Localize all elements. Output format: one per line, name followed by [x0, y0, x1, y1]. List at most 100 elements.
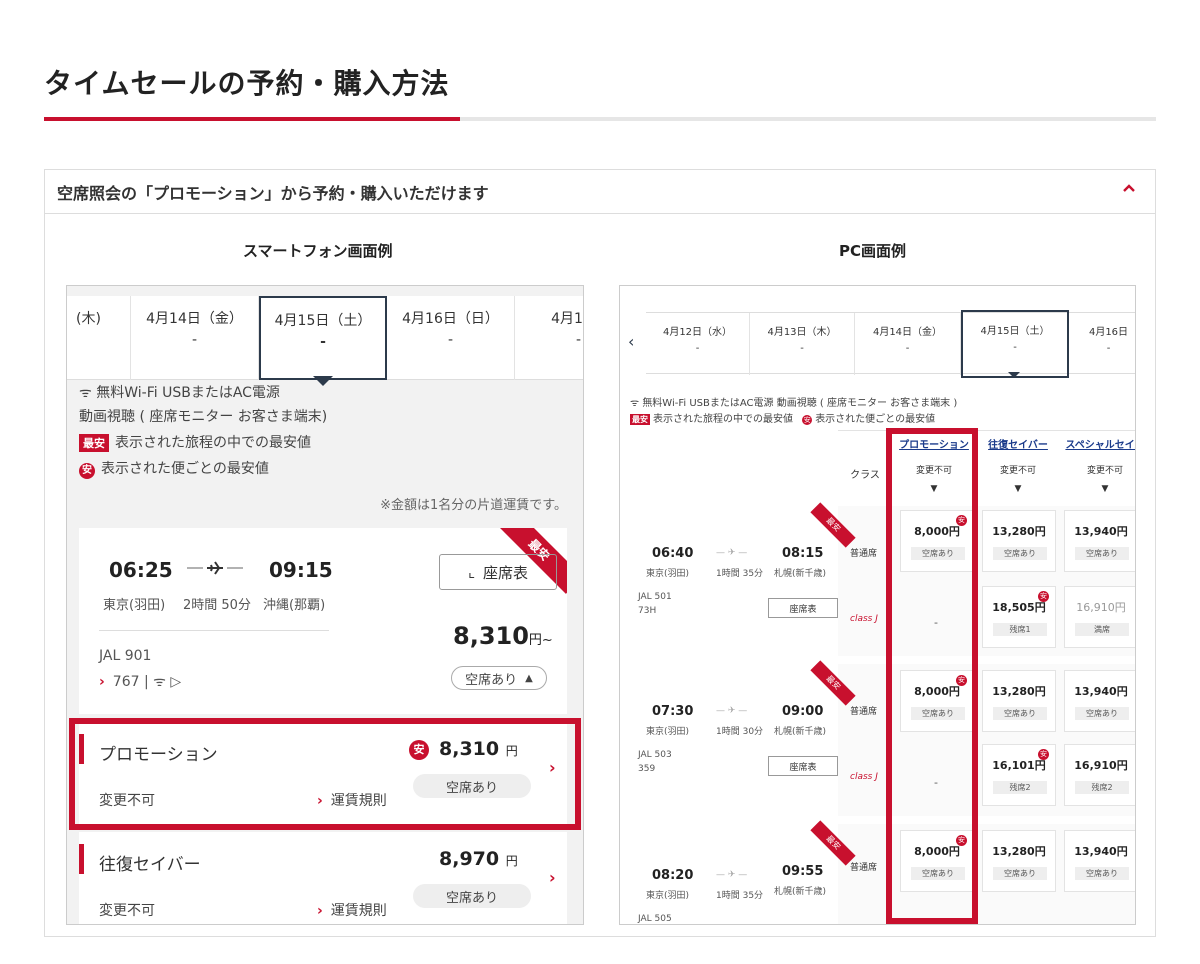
departure-time: 08:20	[652, 868, 694, 883]
departure-place: 東京(羽田)	[646, 569, 690, 579]
duration: 1時間 30分	[716, 727, 764, 737]
highlight-box	[886, 428, 978, 924]
date-tab[interactable]: (木)	[67, 296, 131, 380]
chevron-down-icon: ▼	[1014, 484, 1022, 494]
fare-cell[interactable]: 16,101円 残席2 安	[982, 744, 1056, 806]
selected-date-pointer	[1008, 372, 1020, 378]
departure-place: 東京(羽田)	[103, 598, 166, 613]
arrival-place: 札幌(新千歳)	[774, 569, 827, 579]
legend-cheapest: 最安 表示された旅程の中での最安値	[79, 432, 311, 452]
fare-rules-link[interactable]: › 運賃規則	[317, 900, 387, 920]
date-tab[interactable]: 4月16日（日） -	[387, 296, 515, 380]
date-tab[interactable]: 4月14日（金） -	[855, 313, 961, 375]
chevron-left-icon[interactable]: ‹	[628, 332, 634, 351]
fare-row-round-trip-saver[interactable]: 往復セイバー 8,970 円 空席あり 変更不可 › 運賃規則 ›	[79, 832, 567, 924]
flight-number: JAL 901	[99, 648, 152, 664]
accordion-title: 空席照会の「プロモーション」から予約・購入いただけます	[57, 183, 489, 203]
accordion-panel: 空席照会の「プロモーション」から予約・購入いただけます スマートフォン画面例 P…	[44, 169, 1156, 937]
duration: 1時間 35分	[716, 569, 764, 579]
departure-place: 東京(羽田)	[646, 891, 690, 901]
date-tab[interactable]: 4月13日（木） -	[750, 313, 855, 375]
cheapest-badge: 最安	[79, 434, 109, 452]
class-column-header: クラス	[850, 470, 880, 481]
highlight-box	[69, 718, 581, 830]
amenities-line: ᯤ 無料Wi-Fi USBまたはAC電源	[79, 385, 280, 401]
chevron-right-icon: ›	[317, 903, 323, 919]
chevron-up-icon[interactable]	[1121, 180, 1137, 196]
date-tab[interactable]: 4月14日（金） -	[131, 296, 259, 380]
chevron-up-icon: ▲	[525, 672, 533, 684]
cheapest-badge: 最安	[630, 414, 650, 425]
duration: 2時間 50分	[183, 598, 251, 613]
accordion-header[interactable]: 空席照会の「プロモーション」から予約・購入いただけます	[45, 170, 1155, 214]
seat-status: 空席あり	[413, 884, 531, 908]
duration: 1時間 35分	[716, 891, 764, 901]
date-tabs: 4月12日（水） - 4月13日（木） - 4月14日（金） - 4月15日（土） - …	[646, 310, 1135, 378]
yen-badge: 安	[1038, 749, 1049, 760]
airplane-icon: — ✈ —	[716, 706, 748, 716]
change-condition: 変更不可	[99, 903, 155, 919]
column-header-round-trip-saver[interactable]: 往復セイバー 変更不可 ▼	[980, 436, 1056, 494]
chevron-right-icon: ›	[99, 674, 105, 690]
play-icon: ▷	[170, 674, 182, 690]
yen-badge: 安	[802, 415, 813, 425]
departure-time: 07:30	[652, 704, 694, 719]
wifi-icon: ᯤ	[630, 398, 643, 409]
arrival-time: 09:15	[269, 558, 333, 582]
fare-cell[interactable]: 13,280円 空席あり	[982, 510, 1056, 572]
date-tab[interactable]: 4月17日-	[515, 296, 583, 380]
class-label: 普通席	[850, 549, 878, 559]
date-tab-selected[interactable]: 4月15日（土） -	[961, 310, 1069, 378]
fare-cell[interactable]: 13,280円 空席あり	[982, 670, 1056, 732]
class-j-logo: class J	[850, 614, 878, 624]
amenities-line: 動画視聴 ( 座席モニター お客さま端末)	[79, 409, 328, 425]
fare-cell[interactable]: 18,505円 残席1 安	[982, 586, 1056, 648]
seat-map-button[interactable]: 座席表	[768, 756, 838, 776]
fare-cell[interactable]: 13,940円 空席あり	[1064, 510, 1135, 572]
flight-card: 最安 06:25 09:15 東京(羽田) 2時間 50分 沖縄(那覇) ⌞ 座席…	[79, 528, 567, 714]
amenities-line: ᯤ 無料Wi-Fi USBまたはAC電源 動画視聴 ( 座席モニター お客さま端…	[630, 398, 958, 409]
airplane-icon: — ✈ —	[716, 870, 748, 880]
arrival-time: 09:00	[782, 704, 824, 719]
fare-cell[interactable]: 13,280円 空席あり	[982, 830, 1056, 892]
departure-place: 東京(羽田)	[646, 727, 690, 737]
pc-caption: PC画面例	[839, 242, 907, 260]
seat-map-button[interactable]: 座席表	[768, 598, 838, 618]
date-tab[interactable]: 4月16日 -	[1069, 313, 1135, 375]
pc-screenshot: ‹ 4月12日（水） - 4月13日（木） - 4月14日（金） - 4月15日（土）…	[619, 285, 1136, 925]
fare-cell[interactable]: 13,940円 空席あり	[1064, 670, 1135, 732]
smartphone-caption: スマートフォン画面例	[243, 242, 393, 260]
airplane-icon	[187, 561, 243, 575]
fare-cell[interactable]: 16,910円 満席	[1064, 586, 1135, 648]
class-label: 普通席	[850, 863, 878, 873]
flight-number: JAL 501	[638, 592, 672, 602]
fare-cell[interactable]: 16,910円 残席2	[1064, 744, 1135, 806]
date-tabs: (木) 4月14日（金）- 4月15日（土）- 4月16日（日）- 4月17日-	[67, 296, 583, 380]
column-header-special-saver[interactable]: スペシャルセイバ変更不可▼	[1060, 436, 1135, 494]
fare-note: ※金額は1名分の片道運賃です。	[380, 498, 567, 513]
flight-info: 最安 07:30 — ✈ — 09:00 東京(羽田) 1時間 30分 札幌(新…	[628, 660, 856, 816]
departure-time: 06:25	[109, 558, 173, 582]
yen-badge: 安	[1038, 591, 1049, 602]
arrival-place: 札幌(新千歳)	[774, 727, 827, 737]
availability-toggle[interactable]: 空席あり ▲	[451, 666, 547, 690]
flight-info: 最安 06:40 — ✈ — 08:15 東京(羽田) 1時間 35分 札幌(新…	[628, 502, 856, 656]
airplane-icon: — ✈ —	[716, 548, 748, 558]
date-tab-selected[interactable]: 4月15日（土） -	[259, 296, 387, 380]
chevron-right-icon[interactable]: ›	[549, 868, 556, 887]
aircraft-info: 359	[638, 764, 656, 774]
legend-flight-cheapest: 安表示された便ごとの最安値	[79, 458, 269, 479]
lowest-price: 8,310円~	[453, 622, 553, 650]
fare-cell[interactable]: 13,940円 空席あり	[1064, 830, 1135, 892]
class-j-logo: class J	[850, 772, 878, 782]
flight-info: 最安 08:20 — ✈ — 09:55 東京(羽田) 1時間 35分 札幌(新…	[628, 820, 856, 924]
date-tab[interactable]: 4月12日（水） -	[646, 313, 750, 375]
arrival-place: 札幌(新千歳)	[774, 887, 827, 897]
arrival-place: 沖縄(那覇)	[263, 598, 326, 613]
class-label: 普通席	[850, 707, 878, 717]
seat-map-button[interactable]: ⌞ 座席表	[439, 554, 557, 590]
fare-name: 往復セイバー	[99, 855, 201, 875]
flight-number: JAL 505	[638, 914, 672, 924]
aircraft-info: › 767 | ᯤ ▷	[99, 674, 182, 690]
wifi-icon: ᯤ	[153, 674, 166, 690]
